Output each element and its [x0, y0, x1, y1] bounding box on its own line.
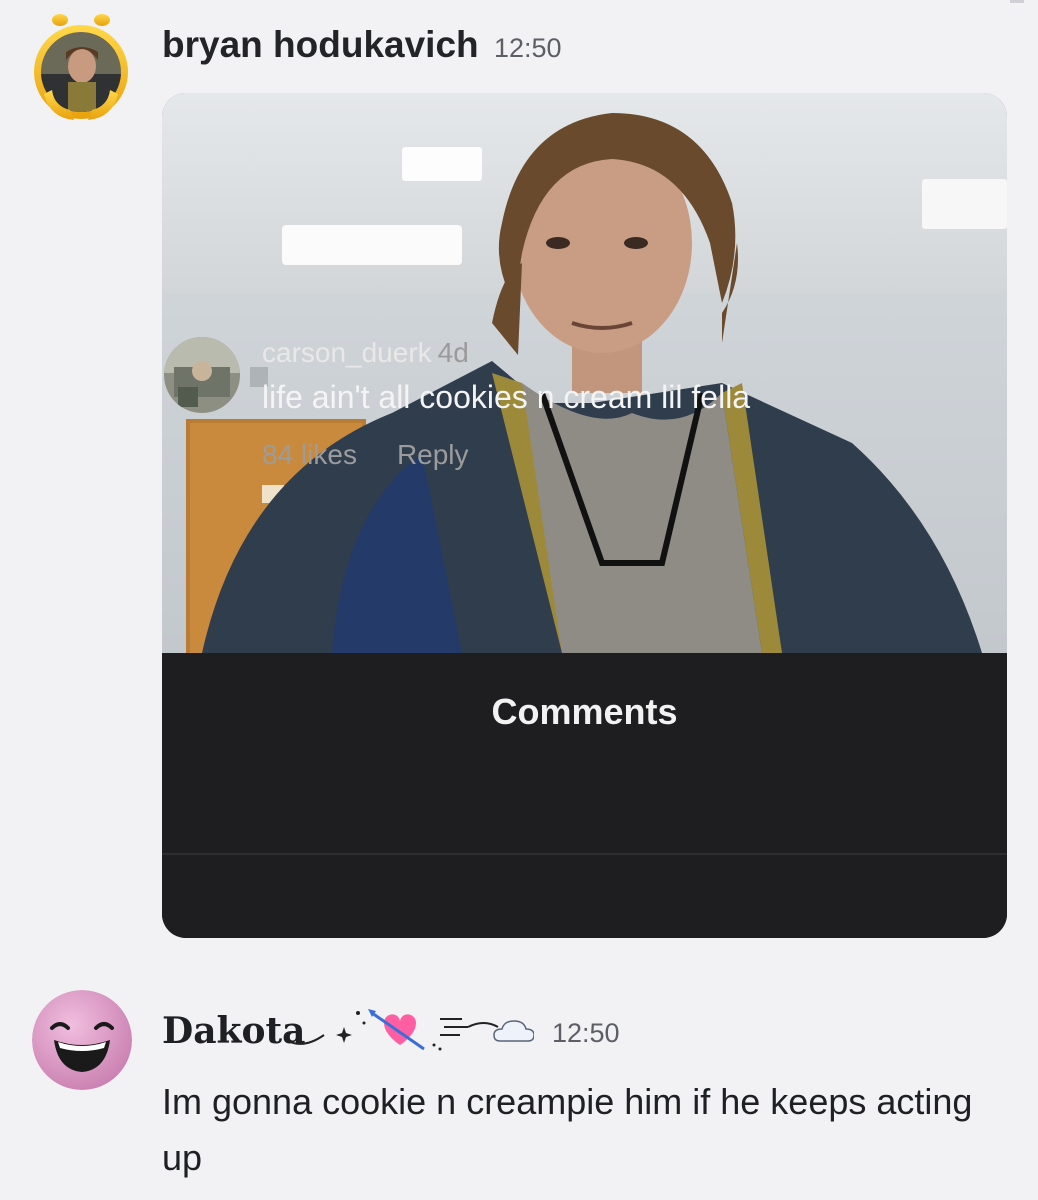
- sparkle-icon: [336, 1011, 366, 1043]
- cloud-icon: [493, 1020, 534, 1042]
- name-decorations: [287, 1009, 534, 1051]
- message-dakota: Dakota 12:50 Im gonna cookie n creampie …: [0, 0, 1038, 1200]
- swirl-icon: [287, 1034, 325, 1045]
- message-text: Im gonna cookie n creampie him if he kee…: [162, 1081, 973, 1178]
- heart-with-arrow-icon: [368, 1009, 425, 1051]
- timestamp: 12:50: [552, 1018, 620, 1048]
- wind-icon: [432, 1018, 499, 1051]
- avatar[interactable]: [32, 990, 132, 1090]
